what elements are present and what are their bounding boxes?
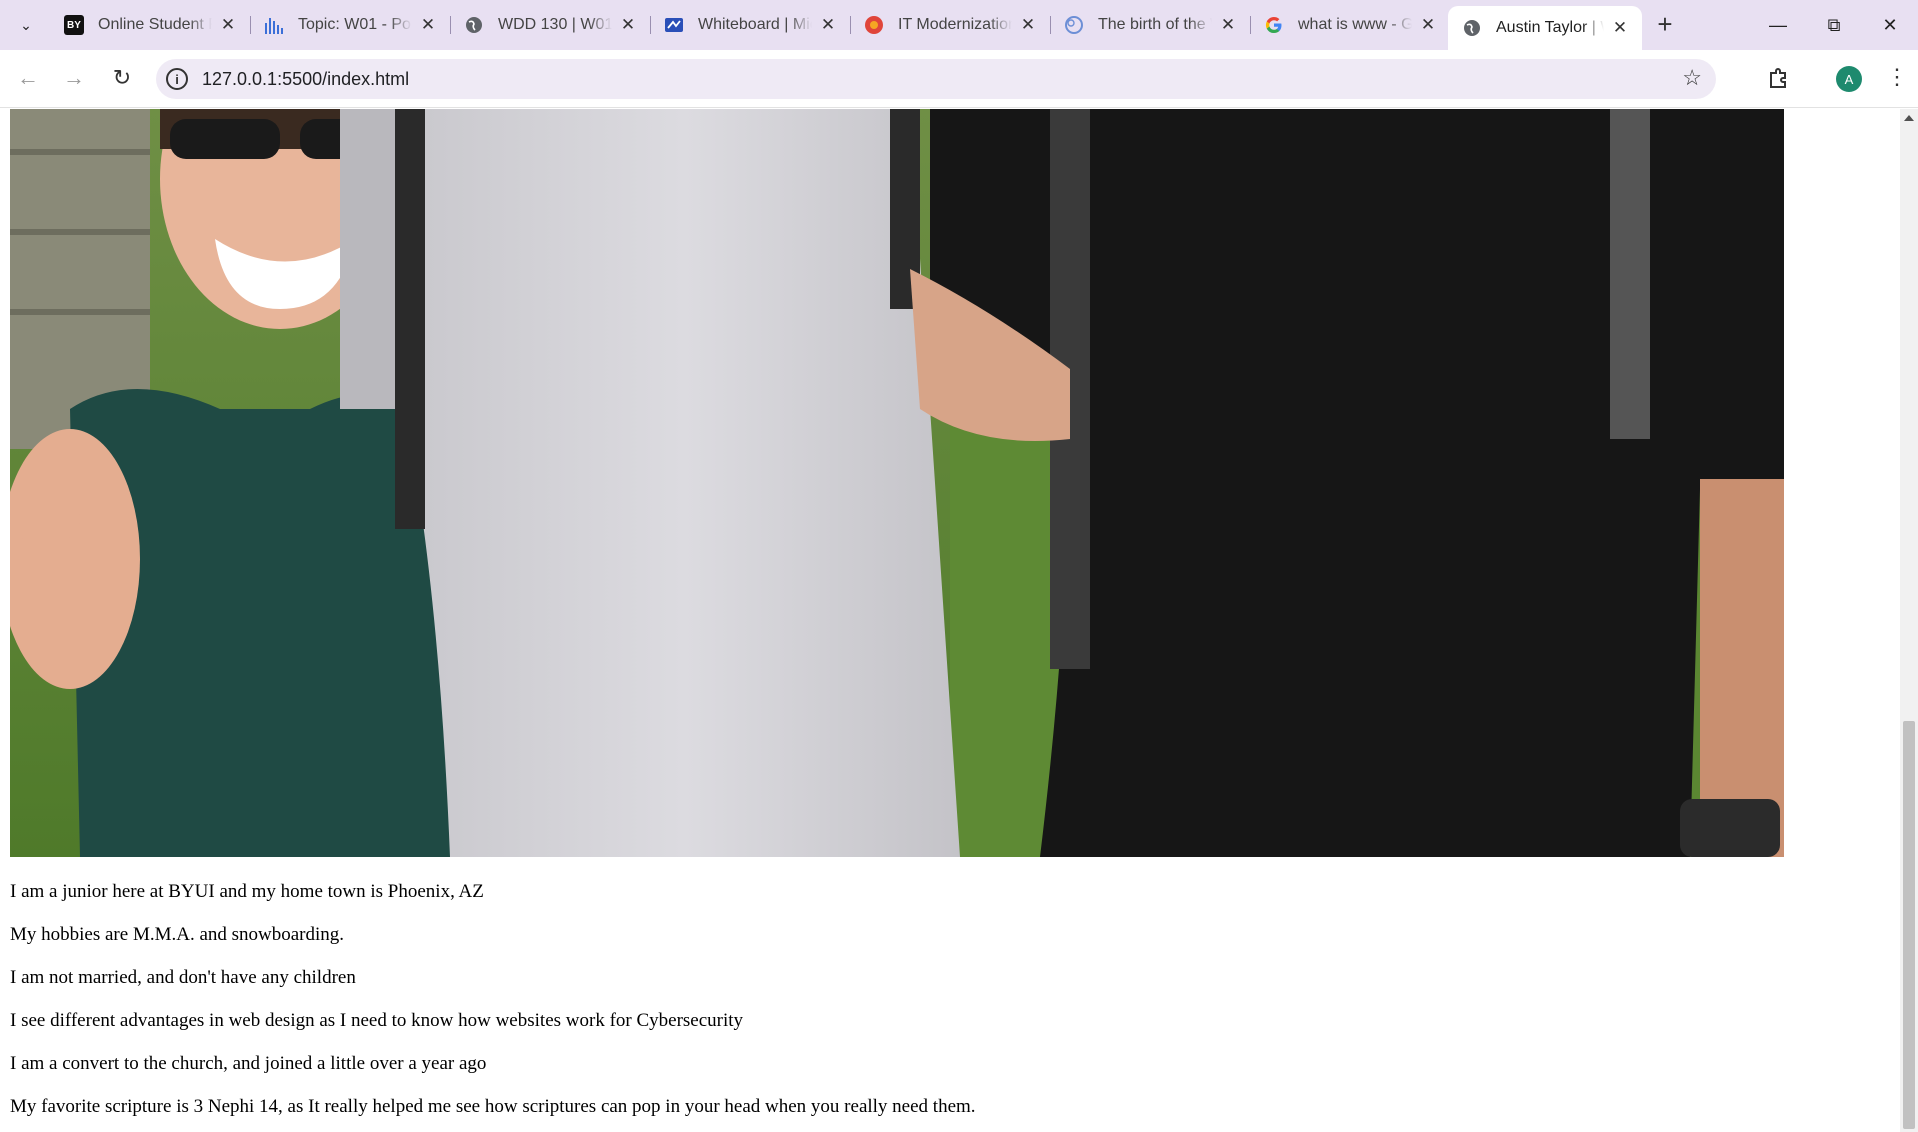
- arrow-right-icon: →: [63, 65, 85, 90]
- about-paragraph: I am not married, and don't have any chi…: [10, 967, 356, 988]
- about-paragraph: My hobbies are M.M.A. and snowboarding.: [10, 924, 345, 945]
- browser-toolbar: ← → ↻ i 127.0.0.1:5500/index.html ☆: [0, 50, 1918, 108]
- vertical-scrollbar[interactable]: [1900, 109, 1918, 1132]
- tab-google-search[interactable]: what is www - Google ✕: [1250, 6, 1450, 44]
- close-icon[interactable]: ✕: [218, 15, 238, 35]
- close-icon[interactable]: ✕: [1418, 15, 1438, 35]
- about-paragraph: My favorite scripture is 3 Nephi 14, as …: [10, 1096, 976, 1117]
- back-button[interactable]: ←: [12, 62, 44, 94]
- restore-icon: ⧉: [1827, 14, 1841, 35]
- whiteboard-icon: [664, 15, 684, 35]
- minimize-icon: —: [1769, 14, 1787, 35]
- byu-logo-icon: BY: [64, 15, 84, 35]
- tab-strip: ⌄ BY Online Student Portal ✕ Topic: W01 …: [0, 0, 1918, 50]
- globe-icon: [464, 15, 484, 35]
- scroll-up-arrow-icon[interactable]: [1904, 115, 1914, 121]
- tab-search-button[interactable]: ⌄: [10, 9, 42, 41]
- bookmark-star-icon[interactable]: ☆: [1682, 65, 1702, 91]
- google-icon: [1264, 15, 1284, 35]
- tab-title: Online Student Portal: [98, 16, 212, 33]
- group-photo: [10, 109, 1784, 857]
- profile-avatar[interactable]: A: [1836, 66, 1862, 92]
- close-icon[interactable]: ✕: [818, 15, 838, 35]
- plus-icon: +: [1657, 9, 1673, 39]
- about-paragraph: I am a convert to the church, and joined…: [10, 1053, 487, 1074]
- tab-whiteboard[interactable]: Whiteboard | Microsoft ✕: [650, 6, 851, 44]
- tab-title: Whiteboard | Microsoft: [698, 16, 812, 33]
- close-icon: ✕: [1882, 14, 1898, 35]
- scrollbar-thumb[interactable]: [1903, 721, 1915, 1129]
- forward-button[interactable]: →: [58, 62, 90, 94]
- site-info-icon[interactable]: i: [166, 68, 188, 90]
- profile-initial: A: [1844, 71, 1854, 87]
- cern-icon: [1064, 15, 1084, 35]
- tab-wdd130[interactable]: WDD 130 | W01 Ponder ✕: [450, 6, 651, 44]
- kebab-menu-icon: ⋮: [1886, 64, 1908, 89]
- tab-birth-of-web[interactable]: The birth of the Web ✕: [1050, 6, 1251, 44]
- tab-title: The birth of the Web: [1098, 16, 1212, 33]
- tab-austin-taylor[interactable]: Austin Taylor | WDD ✕: [1448, 6, 1642, 50]
- tab-title: what is www - Google: [1298, 16, 1412, 33]
- reload-button[interactable]: ↻: [106, 62, 138, 94]
- ring-logo-icon: [864, 15, 884, 35]
- tab-title: Topic: W01 - Portfolio: [298, 16, 412, 33]
- more-menu-button[interactable]: ⋮: [1886, 66, 1908, 92]
- bar-chart-icon: [264, 15, 284, 35]
- arrow-left-icon: ←: [17, 65, 39, 90]
- about-paragraph: I am a junior here at BYUI and my home t…: [10, 881, 484, 902]
- tab-online-student-portal[interactable]: BY Online Student Portal ✕: [50, 6, 251, 44]
- photo-illustration: [10, 109, 1784, 857]
- close-icon[interactable]: ✕: [418, 15, 438, 35]
- close-icon[interactable]: ✕: [1218, 15, 1238, 35]
- tab-topic-w01[interactable]: Topic: W01 - Portfolio ✕: [250, 6, 451, 44]
- address-bar[interactable]: i 127.0.0.1:5500/index.html ☆: [156, 59, 1716, 99]
- reload-icon: ↻: [112, 65, 132, 90]
- restore-button[interactable]: ⧉: [1806, 0, 1862, 50]
- minimize-button[interactable]: —: [1750, 0, 1806, 50]
- new-tab-button[interactable]: +: [1650, 10, 1680, 40]
- close-icon[interactable]: ✕: [1610, 18, 1630, 38]
- tab-title: Austin Taylor | WDD: [1496, 19, 1604, 36]
- close-icon[interactable]: ✕: [618, 15, 638, 35]
- close-icon[interactable]: ✕: [1018, 15, 1038, 35]
- tab-it-modernization[interactable]: IT Modernization ✕: [850, 6, 1051, 44]
- chevron-down-icon: ⌄: [20, 16, 32, 33]
- tab-title: IT Modernization: [898, 16, 1012, 33]
- tab-title: WDD 130 | W01 Ponder: [498, 16, 612, 33]
- address-url[interactable]: 127.0.0.1:5500/index.html: [202, 69, 409, 90]
- page-viewport: I am a junior here at BYUI and my home t…: [0, 109, 1900, 1132]
- extensions-button[interactable]: [1764, 63, 1794, 93]
- close-window-button[interactable]: ✕: [1862, 0, 1918, 50]
- about-paragraph: I see different advantages in web design…: [10, 1010, 744, 1031]
- about-me-section: I am a junior here at BYUI and my home t…: [10, 881, 976, 1132]
- puzzle-icon: [1770, 68, 1786, 88]
- globe-icon: [1462, 18, 1482, 38]
